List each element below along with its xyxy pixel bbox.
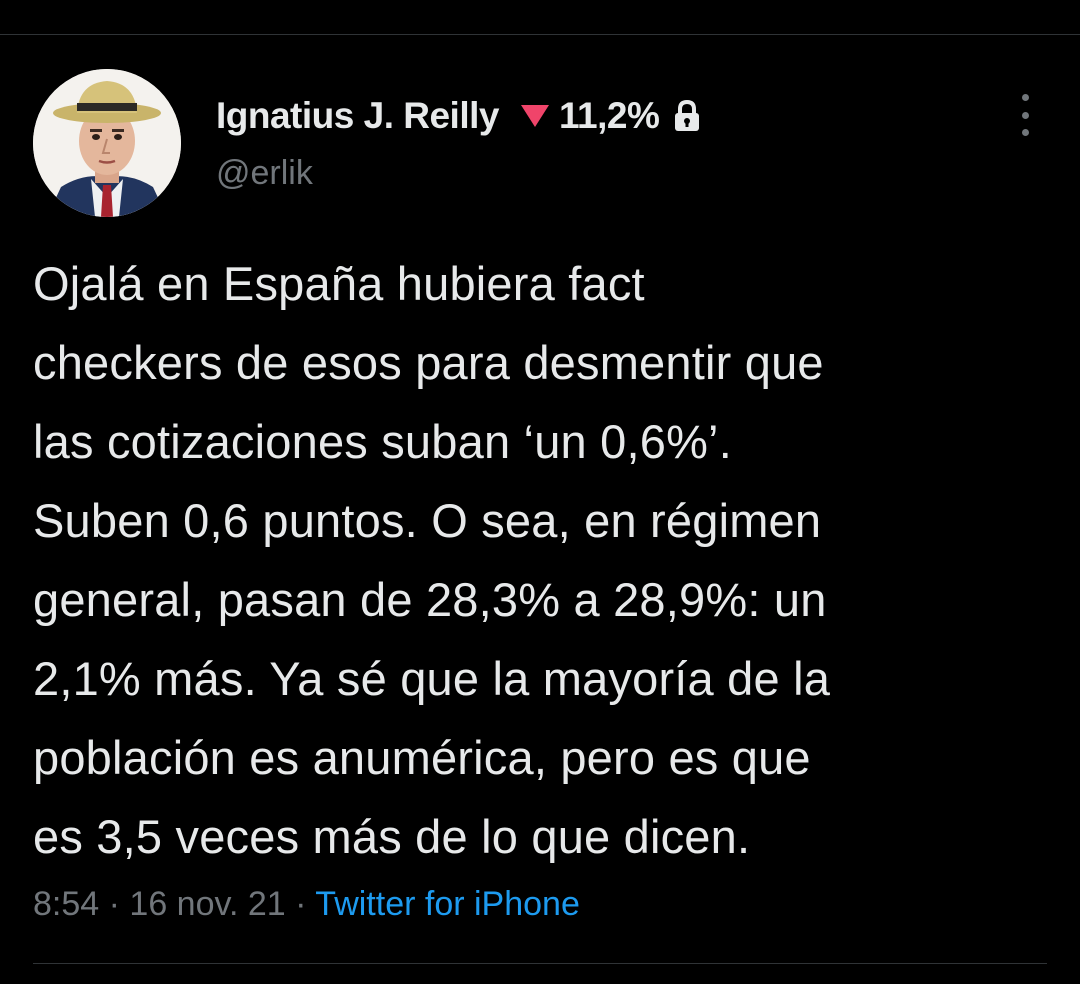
more-vertical-icon[interactable] [1010,94,1040,136]
author-display-name[interactable]: Ignatius J. Reilly [216,95,499,137]
more-dot [1021,94,1029,101]
more-dot [1021,129,1029,136]
bottom-divider [33,963,1047,964]
man-in-hat-portrait-icon [33,69,181,217]
author-name-percentage: 11,2% [558,95,660,136]
tweet-source-link[interactable]: Twitter for iPhone [315,885,580,923]
tweet-time[interactable]: 8:54 [33,885,99,923]
more-dot [1021,111,1029,119]
author-name-row: Ignatius J. Reilly 11,2% [216,94,703,138]
top-divider [0,34,1080,35]
lock-icon [675,99,700,131]
tweet-date[interactable]: 16 nov. 21 [129,885,285,923]
red-down-triangle-icon [520,105,549,127]
meta-separator: · [285,885,316,923]
tweet-text: Ojalá en España hubiera fact checkers de… [33,257,831,863]
tweet-metadata: 8:54 · 16 nov. 21 · Twitter for iPhone [33,885,580,924]
avatar[interactable] [33,69,181,217]
author-handle[interactable]: @erlik [216,154,313,193]
meta-separator: · [99,885,130,923]
